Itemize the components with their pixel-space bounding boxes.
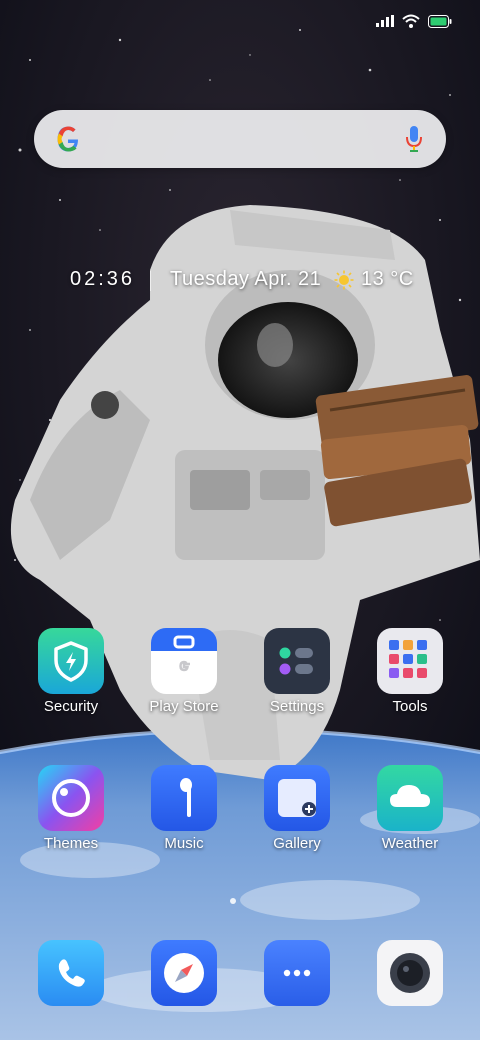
tools-grid-icon [377,628,443,694]
signal-icon [376,15,394,27]
sun-icon [334,270,354,290]
app-label: Weather [381,835,439,852]
clock-time: 02:36 [70,268,136,290]
google-g-icon [52,123,84,155]
app-label: Security [43,698,99,715]
settings-icon [264,628,330,694]
briefcase-icon [151,628,217,694]
chat-dots-icon [264,940,330,1006]
app-label: Tools [392,698,428,715]
earphone-icon [151,765,217,831]
phone-icon [38,940,104,1006]
battery-icon [428,14,452,28]
gallery-icon [264,765,330,831]
clock-temperature: 13 °C [361,268,414,290]
compass-icon [151,940,217,1006]
clock-divider [150,271,151,291]
app-label: Themes [43,835,99,852]
clock-date: Tuesday Apr. 21 [170,268,322,290]
app-label: Play Store [149,698,219,715]
camera-icon [377,940,443,1006]
wifi-icon [402,14,420,28]
themes-icon [38,765,104,831]
mic-icon[interactable] [404,124,424,154]
page-indicator [230,898,236,904]
google-search-bar[interactable] [34,110,446,168]
app-label: Music [164,835,204,852]
shield-bolt-icon [38,628,104,694]
app-label: Settings [269,698,325,715]
app-label: Gallery [273,835,321,852]
status-bar [376,10,452,32]
clock-widget[interactable]: 02:36 Tuesday Apr. 21 13 °C [0,266,480,296]
cloud-icon [377,765,443,831]
